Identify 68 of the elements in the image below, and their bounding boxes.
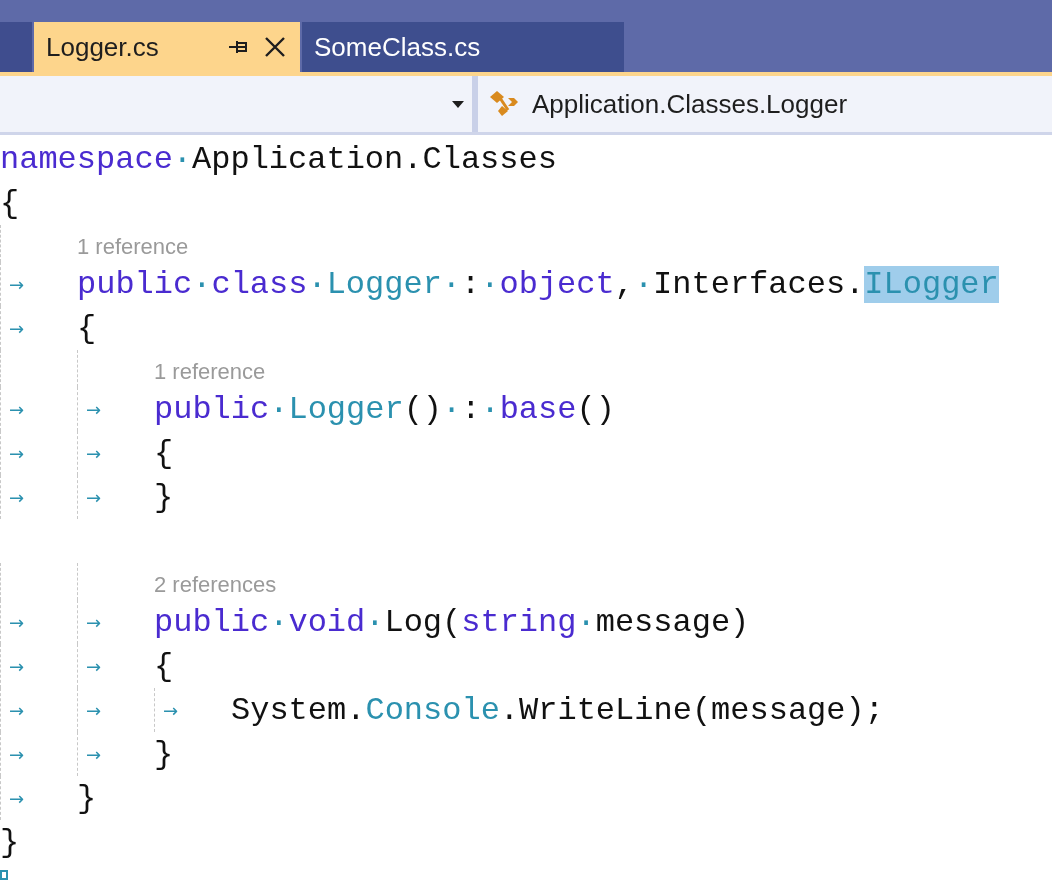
marker-icon (0, 870, 8, 880)
code-token: message) (595, 603, 750, 641)
code-token: Console (365, 691, 500, 729)
code-token: { (0, 184, 20, 222)
code-token: string (461, 603, 577, 641)
code-token: base (499, 390, 577, 428)
code-token: { (77, 309, 97, 347)
close-icon[interactable] (264, 36, 286, 58)
code-token: public (154, 390, 270, 428)
code-token: System. (231, 691, 366, 729)
code-token: object (499, 265, 615, 303)
code-token: Logger (326, 265, 442, 303)
code-token: { (154, 434, 174, 472)
tab-arrow: → (163, 699, 179, 721)
code-token: } (154, 735, 174, 773)
code-token: } (154, 478, 174, 516)
tab-arrow: → (86, 611, 102, 633)
tab-arrow: → (9, 317, 25, 339)
tab-arrow: → (9, 611, 25, 633)
code-token: , (614, 265, 634, 303)
whitespace-dot: · (365, 603, 385, 641)
code-token: .WriteLine(message); (499, 691, 884, 729)
whitespace-dot: · (269, 390, 289, 428)
caret-icon (452, 100, 464, 108)
whitespace-dot: · (172, 140, 193, 178)
tab-arrow: → (86, 655, 102, 677)
code-token: : (461, 390, 481, 428)
whitespace-dot: · (480, 390, 500, 428)
file-tab[interactable]: Logger.cs (34, 22, 300, 72)
code-token: { (154, 647, 174, 685)
code-token: Logger (288, 390, 404, 428)
tab-arrow: → (86, 743, 102, 765)
whitespace-dot: · (441, 265, 462, 303)
code-token: void (288, 603, 366, 641)
code-token: : (461, 265, 481, 303)
code-token: Interfaces. (653, 265, 865, 303)
tab-arrow: → (9, 398, 25, 420)
whitespace-dot: · (269, 603, 289, 641)
whitespace-dot: · (576, 603, 596, 641)
code-token: public (77, 265, 193, 303)
code-token: Log( (384, 603, 462, 641)
tab-arrow: → (86, 486, 102, 508)
whitespace-dot: · (307, 265, 327, 303)
code-token: () (403, 390, 443, 428)
tab-arrow: → (9, 699, 25, 721)
tab-arrow: → (86, 442, 102, 464)
tab-arrow: → (9, 743, 25, 765)
tab-arrow: → (9, 787, 25, 809)
tab-arrow: → (9, 655, 25, 677)
pin-icon[interactable] (228, 39, 250, 55)
code-token: ILogger (864, 265, 999, 303)
code-token: Application.Classes (192, 140, 557, 178)
tab-arrow: → (86, 398, 102, 420)
code-token: } (0, 823, 20, 861)
whitespace-dot: · (633, 265, 654, 303)
whitespace-dot: · (442, 390, 462, 428)
whitespace-dot: · (480, 265, 500, 303)
tab-arrow: → (9, 442, 25, 464)
whitespace-dot: · (192, 265, 212, 303)
file-tab[interactable]: SomeClass.cs (302, 22, 624, 72)
code-token: } (77, 779, 97, 817)
code-token: namespace (0, 140, 173, 178)
code-token: () (576, 390, 615, 428)
code-token: public (154, 603, 270, 641)
tab-arrow: → (86, 699, 102, 721)
tab-arrow: → (9, 273, 25, 295)
tab-arrow: → (9, 486, 25, 508)
code-token: class (211, 265, 308, 303)
